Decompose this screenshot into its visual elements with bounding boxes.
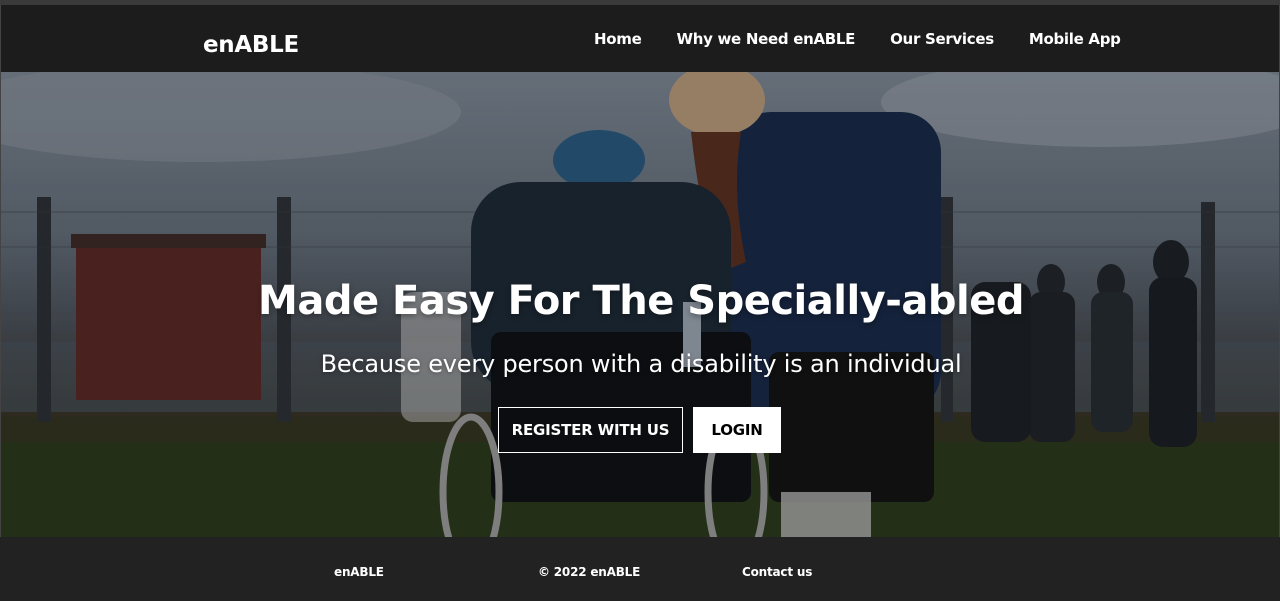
footer: enABLE © 2022 enABLE Contact us [0, 537, 1280, 601]
nav-mobile-app[interactable]: Mobile App [1029, 29, 1121, 49]
hero-section: Made Easy For The Specially-abled Becaus… [0, 72, 1280, 537]
nav-our-services[interactable]: Our Services [890, 29, 994, 49]
footer-copyright: © 2022 enABLE [538, 565, 641, 579]
nav-home[interactable]: Home [594, 29, 642, 49]
footer-brand: enABLE [334, 565, 384, 579]
nav-why-we-need-enable[interactable]: Why we Need enABLE [676, 29, 855, 49]
nav-links: Home Why we Need enABLE Our Services Mob… [594, 29, 1121, 49]
navbar: enABLE Home Why we Need enABLE Our Servi… [0, 5, 1280, 72]
register-button[interactable]: REGISTER WITH US [498, 407, 683, 453]
footer-contact-link[interactable]: Contact us [742, 564, 812, 580]
hero-subtitle: Because every person with a disability i… [320, 350, 962, 378]
brand-logo[interactable]: enABLE [203, 31, 299, 59]
hero-title: Made Easy For The Specially-abled [258, 278, 1024, 324]
login-button[interactable]: LOGIN [693, 407, 781, 453]
